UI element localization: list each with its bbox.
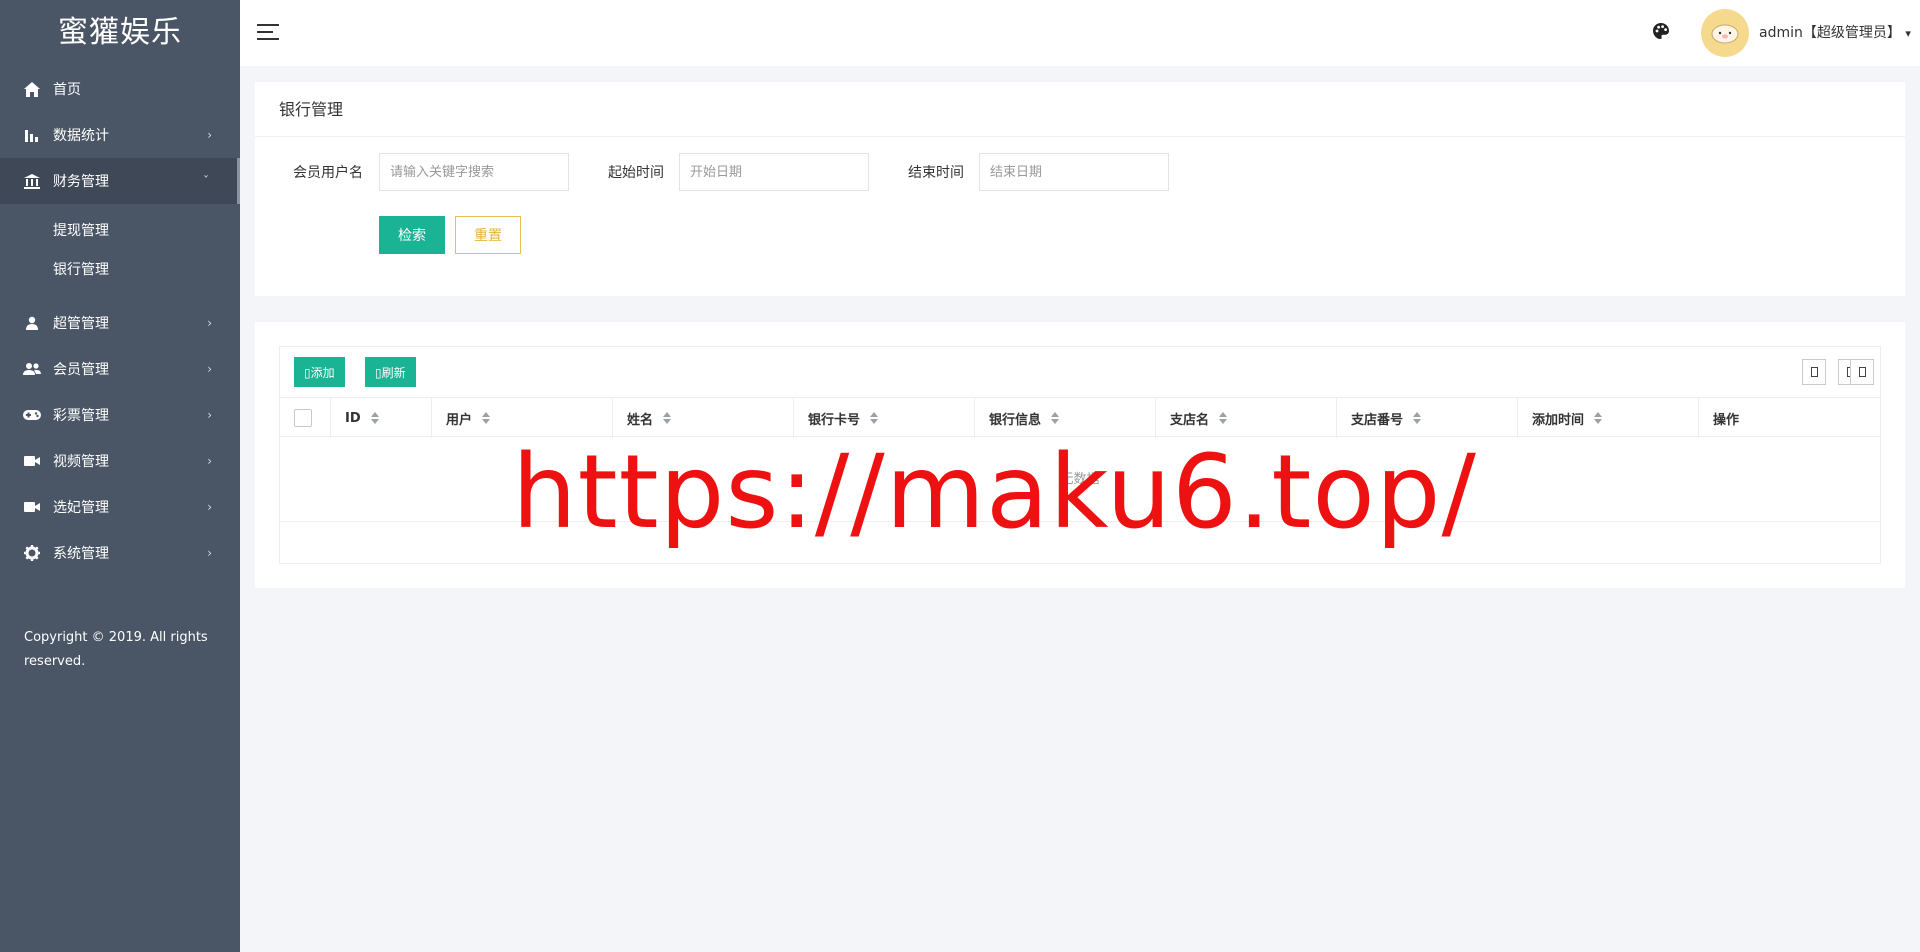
caret-down-icon: ▾: [1905, 27, 1911, 40]
app-logo: 蜜獾娱乐: [58, 15, 182, 50]
sidebar-item-statistics[interactable]: 数据统计 ›: [0, 112, 240, 158]
search-button[interactable]: 检索: [379, 216, 445, 254]
user-menu[interactable]: admin【超级管理员】 ▾: [1759, 22, 1911, 42]
column-header[interactable]: 用户: [432, 398, 613, 438]
sidebar-item-finance[interactable]: 财务管理 ˇ: [0, 158, 240, 204]
top-header: admin【超级管理员】 ▾: [240, 0, 1920, 66]
chevron-right-icon: ›: [207, 408, 212, 422]
search-card: 银行管理 会员用户名 起始时间 结束时间 检索 重置: [255, 82, 1905, 296]
avatar[interactable]: [1701, 9, 1749, 57]
sort-icon: [1594, 412, 1603, 424]
select-all-checkbox[interactable]: [294, 409, 312, 427]
select-all-cell: [280, 398, 331, 438]
sidebar-item-label: 首页: [53, 82, 81, 98]
home-icon: [22, 79, 42, 99]
chevron-right-icon: ›: [207, 362, 212, 376]
refresh-button[interactable]: ▯刷新: [365, 357, 416, 387]
sidebar-nav: 首页 数据统计 › 财务管理 ˇ: [0, 66, 240, 204]
column-header[interactable]: 银行卡号: [794, 398, 975, 438]
table-header: ID 用户 姓名 银行卡号 银行信息 支店名 支店番号 添加时间 操作: [280, 397, 1880, 438]
gamepad-icon: [22, 405, 42, 425]
column-header[interactable]: 银行信息: [975, 398, 1156, 438]
sidebar-item-label: 视频管理: [53, 454, 109, 470]
sidebar-item-label: 财务管理: [53, 174, 109, 190]
sort-icon: [1051, 412, 1060, 424]
sort-icon: [1219, 412, 1228, 424]
sidebar-item-label: 数据统计: [53, 128, 109, 144]
sidebar-item-label: 彩票管理: [53, 408, 109, 424]
video-icon: [22, 497, 42, 517]
add-button[interactable]: ▯添加: [294, 357, 345, 387]
columns-icon[interactable]: [1802, 359, 1826, 385]
bank-icon: [22, 171, 42, 191]
watermark: https://maku6.top/: [512, 433, 1477, 552]
submenu-item-withdrawal[interactable]: 提现管理: [0, 212, 240, 251]
chevron-right-icon: ›: [207, 546, 212, 560]
reset-button[interactable]: 重置: [455, 216, 521, 254]
user-name: admin【超级管理员】: [1759, 25, 1901, 41]
sort-icon: [370, 412, 379, 424]
column-header[interactable]: 支店番号: [1337, 398, 1518, 438]
palette-icon[interactable]: [1652, 22, 1674, 44]
users-icon: [22, 359, 42, 379]
chevron-right-icon: ›: [207, 316, 212, 330]
username-label: 会员用户名: [293, 165, 363, 181]
sidebar-item-video[interactable]: 视频管理 ›: [0, 438, 240, 484]
chevron-right-icon: ›: [207, 454, 212, 468]
sidebar-item-selection[interactable]: 选妃管理 ›: [0, 484, 240, 530]
sidebar-item-label: 系统管理: [53, 546, 109, 562]
start-date-label: 起始时间: [608, 165, 664, 181]
sidebar-item-lottery[interactable]: 彩票管理 ›: [0, 392, 240, 438]
gear-icon: [22, 543, 42, 563]
username-input[interactable]: [379, 153, 569, 191]
column-header[interactable]: 姓名: [613, 398, 794, 438]
menu-toggle-icon[interactable]: [257, 24, 279, 42]
chevron-right-icon: ›: [207, 128, 212, 142]
start-date-input[interactable]: [679, 153, 869, 191]
sort-icon: [482, 412, 491, 424]
finance-submenu: 提现管理 银行管理: [0, 204, 240, 300]
sidebar-item-label: 会员管理: [53, 362, 109, 378]
end-date-input[interactable]: [979, 153, 1169, 191]
chevron-right-icon: ›: [207, 500, 212, 514]
chevron-down-icon: ˇ: [203, 174, 209, 188]
column-header[interactable]: 添加时间: [1518, 398, 1699, 438]
sidebar-item-home[interactable]: 首页: [0, 66, 240, 112]
sidebar-item-label: 超管管理: [53, 316, 109, 332]
video-icon: [22, 451, 42, 471]
end-date-label: 结束时间: [908, 165, 964, 181]
sort-icon: [1413, 412, 1422, 424]
bar-chart-icon: [22, 125, 42, 145]
print-icon[interactable]: [1850, 359, 1874, 385]
sidebar-item-label: 选妃管理: [53, 500, 109, 516]
sort-icon: [663, 412, 672, 424]
sidebar-item-system[interactable]: 系统管理 ›: [0, 530, 240, 576]
submenu-item-bank[interactable]: 银行管理: [0, 251, 240, 290]
sidebar-item-members[interactable]: 会员管理 ›: [0, 346, 240, 392]
page-title: 银行管理: [255, 82, 1905, 137]
copyright: Copyright © 2019. All rights reserved.: [24, 630, 208, 669]
column-header[interactable]: 支店名: [1156, 398, 1337, 438]
sort-icon: [870, 412, 879, 424]
user-icon: [22, 313, 42, 333]
sidebar-item-admins[interactable]: 超管管理 ›: [0, 300, 240, 346]
sidebar: 蜜獾娱乐 首页 数据统计 › 财务管理 ˇ 提现管理 银行管理 超管管理 › 会…: [0, 0, 240, 952]
sidebar-nav-rest: 超管管理 › 会员管理 › 彩票管理 › 视频管理 › 选妃管理 › 系统管理 …: [0, 300, 240, 576]
column-header[interactable]: ID: [331, 398, 432, 438]
column-header: 操作: [1713, 412, 1740, 428]
